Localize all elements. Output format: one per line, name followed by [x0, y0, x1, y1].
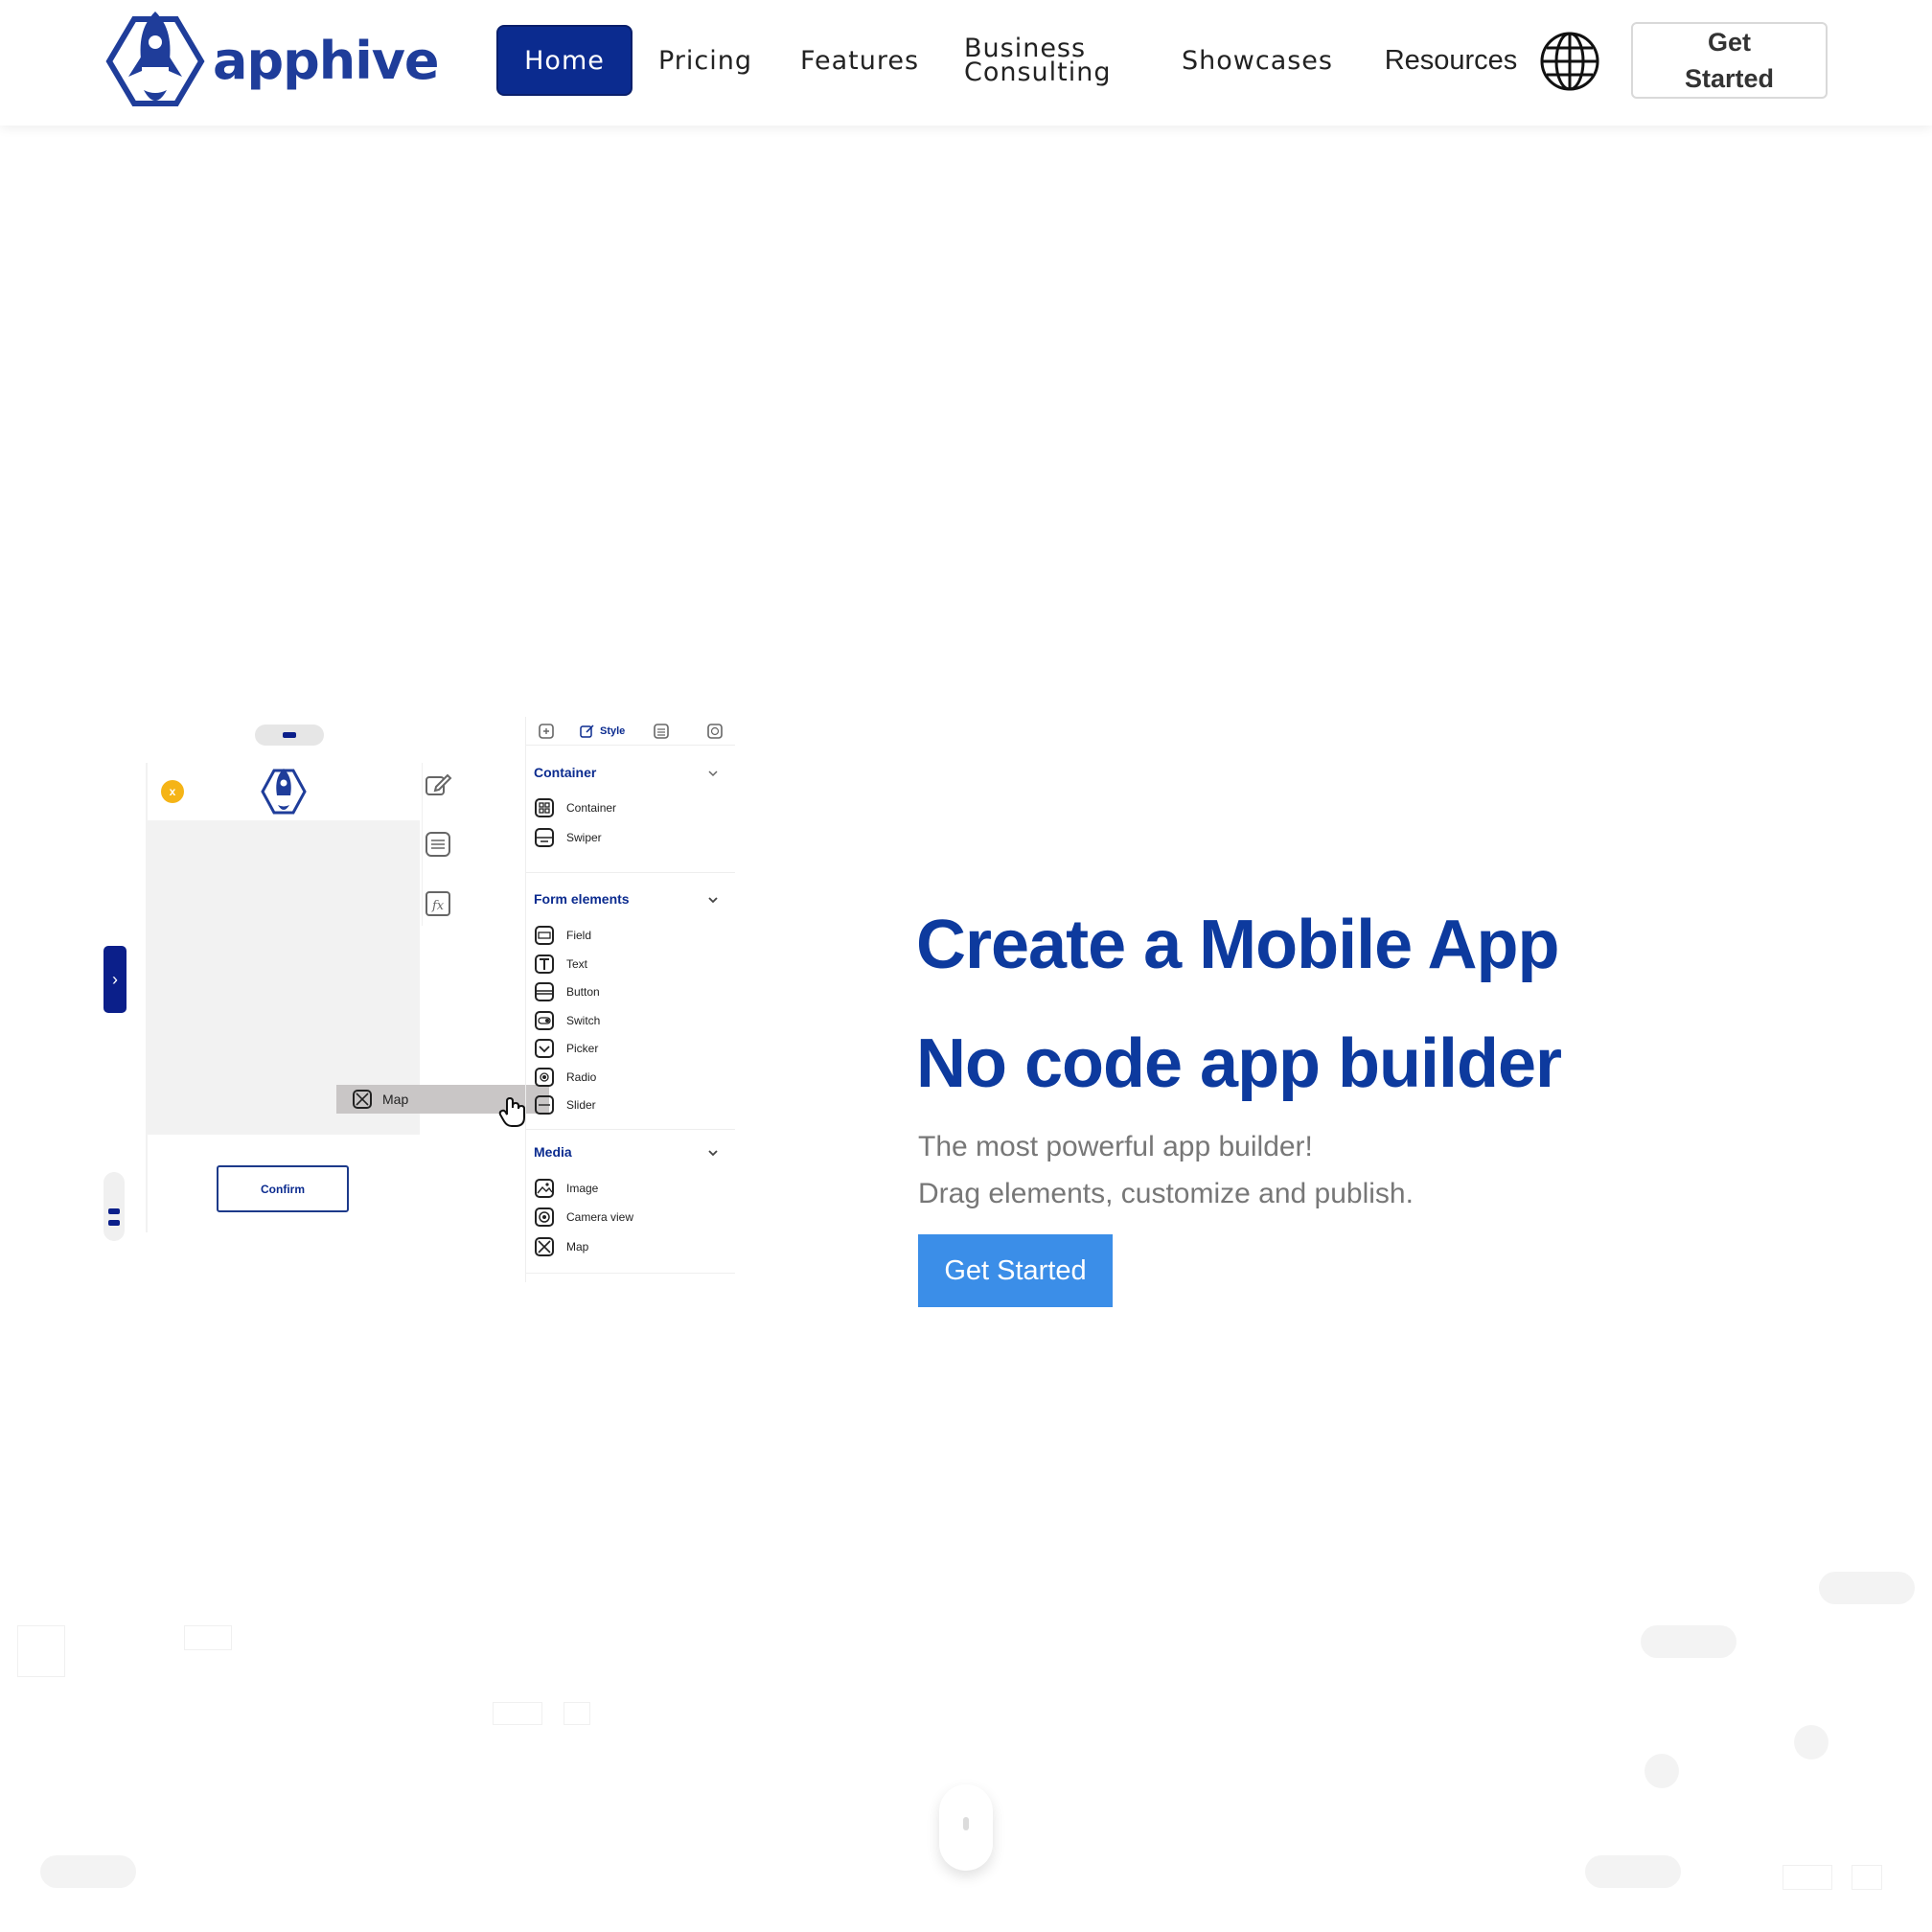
nav-pricing[interactable]: Pricing	[654, 25, 757, 96]
app-builder-illustration: x Confirm fx › Map Style Container Conta…	[96, 709, 748, 1284]
chevron-down-icon	[708, 897, 718, 904]
panel-item-label: Radio	[566, 1070, 597, 1084]
function-icon: fx	[426, 891, 450, 916]
switch-icon	[535, 1011, 554, 1030]
chevron-down-icon	[708, 770, 718, 777]
nav-showcases[interactable]: Showcases	[1182, 25, 1332, 96]
nav-home[interactable]: Home	[496, 25, 632, 96]
decor-pill	[1585, 1855, 1681, 1888]
rocket-logo-icon	[261, 769, 307, 815]
decor-square	[184, 1625, 232, 1650]
panel-item-image: Image	[534, 1177, 598, 1200]
expand-sidebar-tab: ›	[104, 946, 126, 1013]
tab-style-label: Style	[600, 725, 626, 737]
button-icon	[535, 982, 554, 1001]
image-icon	[535, 1179, 554, 1198]
panel-item-label: Switch	[566, 1014, 601, 1027]
panel-item-swiper: Swiper	[534, 826, 602, 849]
scroll-mouse-icon[interactable]	[939, 1784, 993, 1871]
add-icon	[539, 724, 554, 739]
decor-dot	[1794, 1725, 1828, 1760]
section-form-elements-title: Form elements	[534, 891, 630, 907]
confirm-button: Confirm	[217, 1165, 349, 1212]
header-get-started-button[interactable]: Get Started	[1631, 22, 1828, 99]
panel-item-camera-view: Camera view	[534, 1206, 633, 1229]
panel-item-container: Container	[534, 796, 616, 819]
svg-text:fx: fx	[431, 899, 445, 913]
list-icon	[654, 724, 669, 739]
panel-item-label: Slider	[566, 1098, 596, 1112]
zoom-slider	[104, 1172, 125, 1241]
panel-item-button: Button	[534, 980, 600, 1003]
site-header: apphive Home Pricing Features Business C…	[0, 0, 1932, 126]
panel-tabs: Style	[526, 717, 735, 746]
picker-icon	[535, 1039, 554, 1058]
header-get-started-line1: Get	[1707, 28, 1751, 57]
panel-item-label: Map	[566, 1240, 589, 1254]
swiper-icon	[535, 828, 554, 847]
panel-item-slider: Slider	[534, 1093, 596, 1116]
sync-icon	[707, 724, 723, 739]
panel-item-text: Text	[534, 953, 587, 976]
panel-item-label: Swiper	[566, 831, 602, 844]
hero-title-line1: Create a Mobile App	[916, 907, 1559, 983]
tab-style: Style	[580, 724, 625, 739]
panel-item-label: Container	[566, 801, 617, 815]
globe-icon[interactable]	[1539, 31, 1600, 92]
map-icon	[535, 1237, 554, 1256]
hero-title-line2: No code app builder	[916, 1025, 1562, 1102]
elements-panel: Style Container Container Swiper Form el…	[525, 717, 735, 1282]
brand-name: apphive	[213, 30, 440, 91]
settings-sliders-icon	[426, 832, 450, 857]
phone-notch	[255, 724, 324, 746]
field-icon	[535, 926, 554, 945]
map-icon	[353, 1090, 372, 1109]
decor-dot	[1644, 1754, 1679, 1788]
panel-item-picker: Picker	[534, 1037, 598, 1060]
radio-icon	[535, 1068, 554, 1087]
decor-square	[1852, 1865, 1882, 1890]
decor-pill	[1641, 1625, 1736, 1658]
camera-icon	[535, 1208, 554, 1227]
hero-get-started-button[interactable]: Get Started	[918, 1234, 1113, 1307]
panel-item-field: Field	[534, 924, 591, 947]
grid-icon	[535, 798, 554, 817]
hero-subtitle-line2: Drag elements, customize and publish.	[918, 1178, 1414, 1209]
hero-subtitle: The most powerful app builder! Drag elem…	[918, 1123, 1414, 1217]
panel-item-label: Field	[566, 929, 592, 942]
panel-item-label: Camera view	[566, 1210, 634, 1224]
rocket-logo-icon	[105, 12, 205, 106]
decor-square	[1782, 1865, 1832, 1890]
edit-icon	[426, 773, 452, 795]
panel-item-label: Image	[566, 1182, 599, 1195]
hero-title: Create a Mobile App No code app builder	[916, 886, 1562, 1123]
decor-square	[564, 1702, 590, 1725]
slider-icon	[535, 1095, 554, 1115]
close-icon: x	[161, 780, 184, 803]
section-container-title: Container	[534, 765, 597, 780]
panel-item-switch: Switch	[534, 1009, 600, 1032]
decor-pill	[40, 1855, 136, 1888]
header-get-started-line2: Started	[1684, 64, 1775, 93]
chevron-down-icon	[708, 1150, 718, 1157]
decor-pill	[1819, 1572, 1915, 1604]
panel-item-radio: Radio	[534, 1066, 596, 1089]
nav-resources[interactable]: Resources	[1382, 25, 1520, 96]
decor-square	[17, 1625, 65, 1677]
panel-item-map: Map	[534, 1235, 588, 1258]
brand-logo[interactable]: apphive	[105, 8, 440, 113]
panel-item-label: Button	[566, 985, 600, 999]
style-edit-icon	[580, 724, 594, 738]
nav-business-consulting[interactable]: Business Consulting	[964, 25, 1117, 96]
nav-features[interactable]: Features	[797, 25, 922, 96]
decor-square	[493, 1702, 542, 1725]
section-media-title: Media	[534, 1144, 572, 1160]
text-icon	[535, 954, 554, 974]
hero-subtitle-line1: The most powerful app builder!	[918, 1131, 1313, 1162]
panel-item-label: Picker	[566, 1042, 599, 1055]
dragging-item-label: Map	[382, 1092, 409, 1107]
panel-item-label: Text	[566, 957, 588, 971]
nav-business-consulting-line2: Consulting	[964, 58, 1112, 87]
